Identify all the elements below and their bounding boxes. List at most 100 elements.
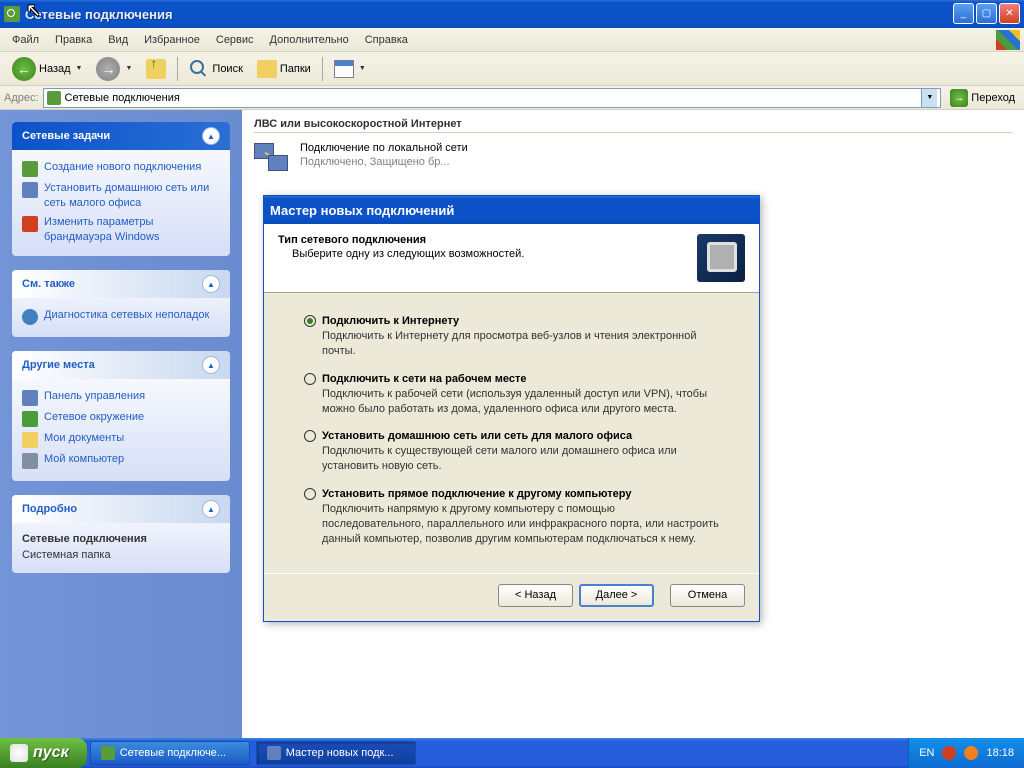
radio-button-icon bbox=[304, 488, 316, 500]
forward-button[interactable]: → ▼ bbox=[90, 54, 138, 84]
panel-title: Другие места bbox=[22, 359, 95, 371]
minimize-button[interactable]: _ bbox=[953, 3, 974, 24]
link-label: Сетевое окружение bbox=[44, 410, 144, 425]
chevron-down-icon: ▼ bbox=[359, 65, 366, 72]
radio-connect-internet[interactable]: Подключить к Интернету bbox=[304, 315, 719, 327]
link-my-computer[interactable]: Мой компьютер bbox=[22, 450, 220, 471]
network-connections-icon bbox=[101, 746, 115, 760]
link-create-connection[interactable]: Создание нового подключения bbox=[22, 158, 220, 179]
views-button[interactable]: ▼ bbox=[328, 57, 372, 81]
collapse-icon[interactable]: ▲ bbox=[202, 500, 220, 518]
radio-description: Подключить к Интернету для просмотра веб… bbox=[322, 329, 719, 359]
go-button[interactable]: → Переход bbox=[945, 87, 1020, 109]
search-label: Поиск bbox=[212, 63, 242, 75]
go-label: Переход bbox=[971, 92, 1015, 104]
link-label: Диагностика сетевых неполадок bbox=[44, 308, 209, 323]
toolbar-divider bbox=[177, 57, 178, 81]
back-arrow-icon: ← bbox=[12, 57, 36, 81]
panel-header-details[interactable]: Подробно ▲ bbox=[12, 495, 230, 523]
folders-button[interactable]: Папки bbox=[251, 57, 317, 81]
collapse-icon[interactable]: ▲ bbox=[202, 356, 220, 374]
connection-status: Подключено, Защищено бр... bbox=[300, 155, 468, 169]
clock[interactable]: 18:18 bbox=[986, 747, 1014, 759]
menu-help[interactable]: Справка bbox=[357, 31, 416, 49]
new-connection-wizard-dialog: Мастер новых подключений Тип сетевого по… bbox=[263, 195, 760, 622]
link-control-panel[interactable]: Панель управления bbox=[22, 387, 220, 408]
folders-icon bbox=[257, 60, 277, 78]
link-home-network[interactable]: Установить домашнюю сеть или сеть малого… bbox=[22, 179, 220, 213]
up-button[interactable] bbox=[140, 56, 172, 82]
close-button[interactable]: ✕ bbox=[999, 3, 1020, 24]
network-connections-icon bbox=[47, 91, 61, 105]
link-firewall[interactable]: Изменить параметры брандмауэра Windows bbox=[22, 213, 220, 247]
cancel-button[interactable]: Отмена bbox=[670, 584, 745, 607]
panel-header-tasks[interactable]: Сетевые задачи ▲ bbox=[12, 122, 230, 150]
new-connection-icon bbox=[22, 161, 38, 177]
search-icon bbox=[189, 59, 209, 79]
radio-home-network[interactable]: Установить домашнюю сеть или сеть для ма… bbox=[304, 430, 719, 442]
toolbar: ← Назад ▼ → ▼ Поиск Папки ▼ bbox=[0, 52, 1024, 86]
link-label: Установить домашнюю сеть или сеть малого… bbox=[44, 181, 220, 211]
radio-description: Подключить к существующей сети малого ил… bbox=[322, 444, 719, 474]
link-my-documents[interactable]: Мои документы bbox=[22, 429, 220, 450]
language-indicator[interactable]: EN bbox=[919, 747, 934, 759]
menu-file[interactable]: Файл bbox=[4, 31, 47, 49]
panel-title: Сетевые задачи bbox=[22, 130, 110, 142]
link-diagnostics[interactable]: Диагностика сетевых неполадок bbox=[22, 306, 220, 327]
taskbar-item-network[interactable]: Сетевые подключе... bbox=[90, 741, 250, 765]
connection-name: Подключение по локальной сети bbox=[300, 141, 468, 155]
next-button[interactable]: Далее > bbox=[579, 584, 654, 607]
link-label: Создание нового подключения bbox=[44, 160, 201, 175]
radio-label: Подключить к Интернету bbox=[322, 315, 459, 327]
panel-other-places: Другие места ▲ Панель управления Сетевое… bbox=[12, 351, 230, 481]
radio-label: Подключить к сети на рабочем месте bbox=[322, 373, 526, 385]
taskbar: пуск Сетевые подключе... Мастер новых по… bbox=[0, 738, 1024, 768]
toolbar-divider bbox=[322, 57, 323, 81]
tray-icon[interactable] bbox=[964, 746, 978, 760]
system-tray: EN 18:18 bbox=[908, 738, 1024, 768]
address-field[interactable]: Сетевые подключения ▼ bbox=[43, 88, 942, 108]
address-dropdown-button[interactable]: ▼ bbox=[921, 89, 937, 107]
network-cable-icon bbox=[697, 234, 745, 282]
radio-button-icon bbox=[304, 430, 316, 442]
wizard-step-title: Тип сетевого подключения bbox=[278, 234, 524, 246]
taskbar-item-wizard[interactable]: Мастер новых подк... bbox=[256, 741, 416, 765]
panel-header-seealso[interactable]: См. также ▲ bbox=[12, 270, 230, 298]
wizard-icon bbox=[267, 746, 281, 760]
back-label: Назад bbox=[39, 63, 71, 75]
radio-direct-connection[interactable]: Установить прямое подключение к другому … bbox=[304, 488, 719, 500]
search-button[interactable]: Поиск bbox=[183, 56, 248, 82]
security-alert-icon[interactable] bbox=[942, 746, 956, 760]
menu-extra[interactable]: Дополнительно bbox=[262, 31, 357, 49]
menu-favorites[interactable]: Избранное bbox=[136, 31, 208, 49]
link-label: Изменить параметры брандмауэра Windows bbox=[44, 215, 220, 245]
menu-tools[interactable]: Сервис bbox=[208, 31, 262, 49]
task-label: Сетевые подключе... bbox=[120, 747, 226, 759]
panel-header-places[interactable]: Другие места ▲ bbox=[12, 351, 230, 379]
radio-label: Установить прямое подключение к другому … bbox=[322, 488, 631, 500]
firewall-icon bbox=[22, 216, 38, 232]
wizard-title: Мастер новых подключений bbox=[270, 203, 454, 218]
collapse-icon[interactable]: ▲ bbox=[202, 127, 220, 145]
radio-description: Подключить к рабочей сети (используя уда… bbox=[322, 387, 719, 417]
wizard-header: Тип сетевого подключения Выберите одну и… bbox=[264, 224, 759, 293]
maximize-button[interactable]: ▢ bbox=[976, 3, 997, 24]
back-button[interactable]: < Назад bbox=[498, 584, 573, 607]
menu-view[interactable]: Вид bbox=[100, 31, 136, 49]
link-network-neighborhood[interactable]: Сетевое окружение bbox=[22, 408, 220, 429]
go-arrow-icon: → bbox=[950, 89, 968, 107]
link-label: Панель управления bbox=[44, 389, 145, 404]
collapse-icon[interactable]: ▲ bbox=[202, 275, 220, 293]
connection-item-lan[interactable]: Подключение по локальной сети Подключено… bbox=[254, 141, 1012, 181]
wizard-titlebar[interactable]: Мастер новых подключений bbox=[264, 196, 759, 224]
menu-edit[interactable]: Правка bbox=[47, 31, 100, 49]
windows-logo-icon bbox=[996, 30, 1020, 50]
back-button[interactable]: ← Назад ▼ bbox=[6, 54, 88, 84]
windows-start-icon bbox=[10, 744, 28, 762]
radio-connect-work[interactable]: Подключить к сети на рабочем месте bbox=[304, 373, 719, 385]
folders-label: Папки bbox=[280, 63, 311, 75]
panel-see-also: См. также ▲ Диагностика сетевых неполадо… bbox=[12, 270, 230, 337]
address-bar: Адрес: Сетевые подключения ▼ → Переход bbox=[0, 86, 1024, 110]
chevron-down-icon: ▼ bbox=[125, 65, 132, 72]
start-button[interactable]: пуск bbox=[0, 738, 87, 768]
